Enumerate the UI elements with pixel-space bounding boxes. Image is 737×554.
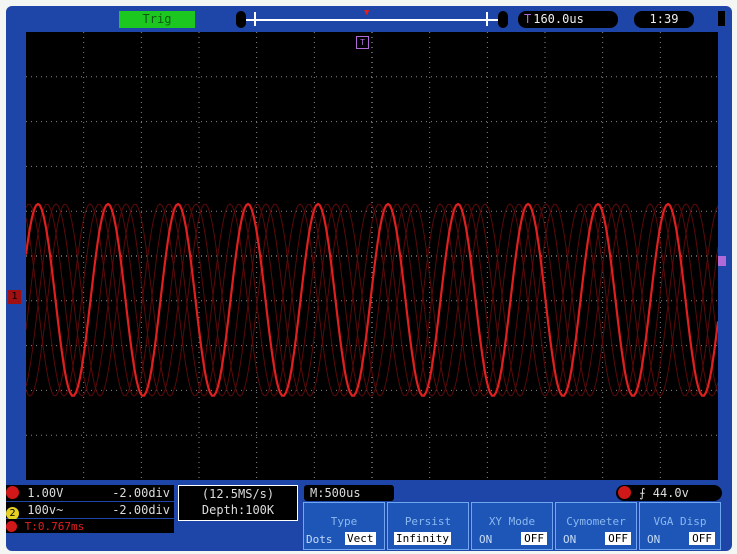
acquisition-info: (12.5MS/s) Depth:100K bbox=[178, 485, 298, 521]
menu-vga-disp[interactable]: VGA Disp ON OFF bbox=[639, 502, 721, 550]
memory-position-bar[interactable]: ▼ bbox=[236, 8, 508, 28]
trigger-source-icon bbox=[618, 486, 631, 499]
xy-on-option[interactable]: ON bbox=[479, 533, 492, 546]
persistence-trace bbox=[26, 203, 718, 397]
rising-edge-icon: ⨍ bbox=[639, 486, 646, 500]
menu-persist-label: Persist bbox=[404, 515, 452, 528]
channel1-volts: 1.00V bbox=[27, 486, 64, 500]
clock: 1:39 bbox=[634, 11, 694, 28]
waveform-display[interactable] bbox=[26, 32, 718, 480]
cym-off-option[interactable]: OFF bbox=[605, 532, 631, 545]
xy-off-option[interactable]: OFF bbox=[521, 532, 547, 545]
persist-value[interactable]: Infinity bbox=[394, 532, 451, 545]
channel1-waveform bbox=[26, 202, 718, 397]
option-vect[interactable]: Vect bbox=[345, 532, 376, 545]
trigger-delay-readout: T 160.0us bbox=[518, 11, 618, 28]
time-cursor-value: T:0.767ms bbox=[24, 520, 85, 533]
main-trace bbox=[26, 202, 718, 397]
menu-vga-label: VGA Disp bbox=[653, 515, 707, 528]
oscilloscope-screen: Trig ▼ T 160.0us 1:39 1 T 1.00V -2.00div … bbox=[6, 6, 732, 551]
menu-cym-label: Cymometer bbox=[566, 515, 626, 528]
trigger-status: Trig bbox=[119, 11, 195, 28]
time-cursor-readout: T:0.767ms bbox=[6, 519, 174, 533]
persistence-trace bbox=[26, 203, 718, 397]
memory-bar-right-cap bbox=[498, 11, 508, 28]
battery-icon bbox=[718, 11, 725, 26]
menu-xy-label: XY Mode bbox=[488, 515, 536, 528]
menu-type[interactable]: Type Dots Vect bbox=[303, 502, 385, 550]
option-dots[interactable]: Dots bbox=[306, 533, 333, 546]
channel1-icon bbox=[6, 486, 19, 499]
memory-depth: Depth:100K bbox=[201, 503, 275, 517]
display-menu: Type Dots Vect Persist Infinity XY Mode … bbox=[303, 502, 723, 550]
cym-on-option[interactable]: ON bbox=[563, 533, 576, 546]
menu-type-label: Type bbox=[330, 515, 358, 528]
trigger-level-value: 44.0v bbox=[652, 486, 689, 500]
channel1-ground-marker-icon[interactable]: 1 bbox=[8, 290, 21, 304]
persistence-trace bbox=[26, 203, 718, 397]
channel1-offset: -2.00div bbox=[112, 486, 170, 500]
trigger-level-marker-icon[interactable] bbox=[718, 256, 726, 266]
persistence-trace bbox=[26, 203, 718, 397]
timebase-readout[interactable]: M:500us bbox=[304, 485, 394, 501]
menu-xy-mode[interactable]: XY Mode ON OFF bbox=[471, 502, 553, 550]
trigger-position-marker-icon: ▼ bbox=[364, 8, 370, 18]
trigger-level-readout[interactable]: ⨍ 44.0v bbox=[616, 485, 722, 501]
vga-off-option[interactable]: OFF bbox=[689, 532, 715, 545]
trigger-time-marker-icon: T bbox=[356, 36, 369, 49]
trigger-delay-value: 160.0us bbox=[533, 12, 584, 26]
trigger-delay-icon: T bbox=[524, 12, 532, 26]
menu-persist[interactable]: Persist Infinity bbox=[387, 502, 469, 550]
channel2-volts: 100v~ bbox=[27, 503, 64, 517]
memory-bar-left-cap bbox=[236, 11, 246, 28]
sample-rate: (12.5MS/s) bbox=[201, 487, 275, 501]
menu-cymometer[interactable]: Cymometer ON OFF bbox=[555, 502, 637, 550]
persistence-trace bbox=[26, 203, 718, 397]
channel2-offset: -2.00div bbox=[112, 503, 170, 517]
vga-on-option[interactable]: ON bbox=[647, 533, 660, 546]
memory-view-window[interactable] bbox=[254, 12, 488, 26]
channel1-status[interactable]: 1.00V -2.00div bbox=[6, 485, 174, 501]
channel2-status[interactable]: 2 100v~ -2.00div bbox=[6, 502, 174, 520]
time-cursor-icon bbox=[6, 521, 17, 532]
